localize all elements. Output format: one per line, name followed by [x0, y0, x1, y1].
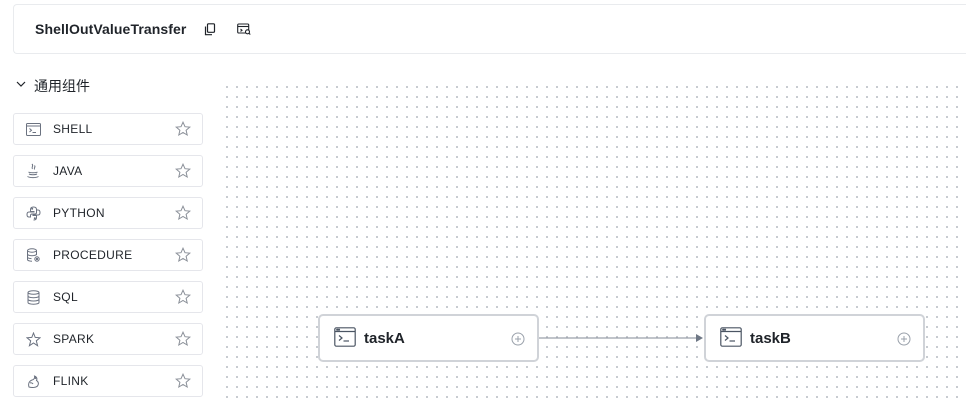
star-icon[interactable]: [174, 246, 192, 263]
java-icon: [25, 163, 41, 179]
add-circle-icon[interactable]: [897, 332, 911, 346]
star-icon[interactable]: [174, 120, 192, 137]
add-circle-icon[interactable]: [511, 332, 525, 346]
workflow-name: ShellOutValueTransfer: [35, 21, 187, 37]
task-node-taskb[interactable]: taskB: [704, 314, 925, 362]
database-icon: [25, 289, 41, 305]
chevron-down-icon: [14, 77, 28, 96]
star-icon[interactable]: [174, 162, 192, 179]
task-node-label: taskB: [750, 329, 791, 347]
star-icon[interactable]: [174, 330, 192, 347]
star-icon[interactable]: [174, 204, 192, 221]
palette-item-label: SQL: [53, 290, 78, 304]
workflow-header: ShellOutValueTransfer: [13, 4, 966, 54]
terminal-icon: [334, 327, 356, 349]
palette-item-sql[interactable]: SQL: [13, 281, 203, 313]
palette-item-label: PYTHON: [53, 206, 105, 220]
palette-item-procedure[interactable]: PROCEDURE: [13, 239, 203, 271]
palette-item-label: SHELL: [53, 122, 93, 136]
star-icon[interactable]: [174, 288, 192, 305]
python-icon: [25, 205, 41, 221]
palette-item-flink[interactable]: FLINK: [13, 365, 203, 397]
palette-item-label: JAVA: [53, 164, 83, 178]
palette-item-python[interactable]: PYTHON: [13, 197, 203, 229]
dag-canvas[interactable]: taskA taskB: [222, 82, 966, 404]
palette-item-label: SPARK: [53, 332, 95, 346]
palette-item-spark[interactable]: SPARK: [13, 323, 203, 355]
palette-item-label: FLINK: [53, 374, 89, 388]
component-group-toggle[interactable]: 通用组件: [14, 76, 90, 96]
palette-item-shell[interactable]: SHELL: [13, 113, 203, 145]
component-group-label: 通用组件: [34, 78, 90, 94]
database-gear-icon: [25, 247, 41, 263]
copy-icon[interactable]: [203, 22, 217, 36]
task-node-label: taskA: [364, 329, 405, 347]
task-node-taska[interactable]: taskA: [318, 314, 539, 362]
palette-item-label: PROCEDURE: [53, 248, 133, 262]
terminal-icon: [25, 121, 41, 137]
terminal-icon: [720, 327, 742, 349]
star-icon[interactable]: [174, 372, 192, 389]
palette-item-java[interactable]: JAVA: [13, 155, 203, 187]
spark-star-icon: [25, 331, 41, 347]
component-palette: SHELL JAVA PYTHON PROCEDURE SQL SPARK FL…: [13, 113, 203, 407]
code-view-icon[interactable]: [236, 22, 251, 36]
flink-squirrel-icon: [25, 373, 41, 389]
